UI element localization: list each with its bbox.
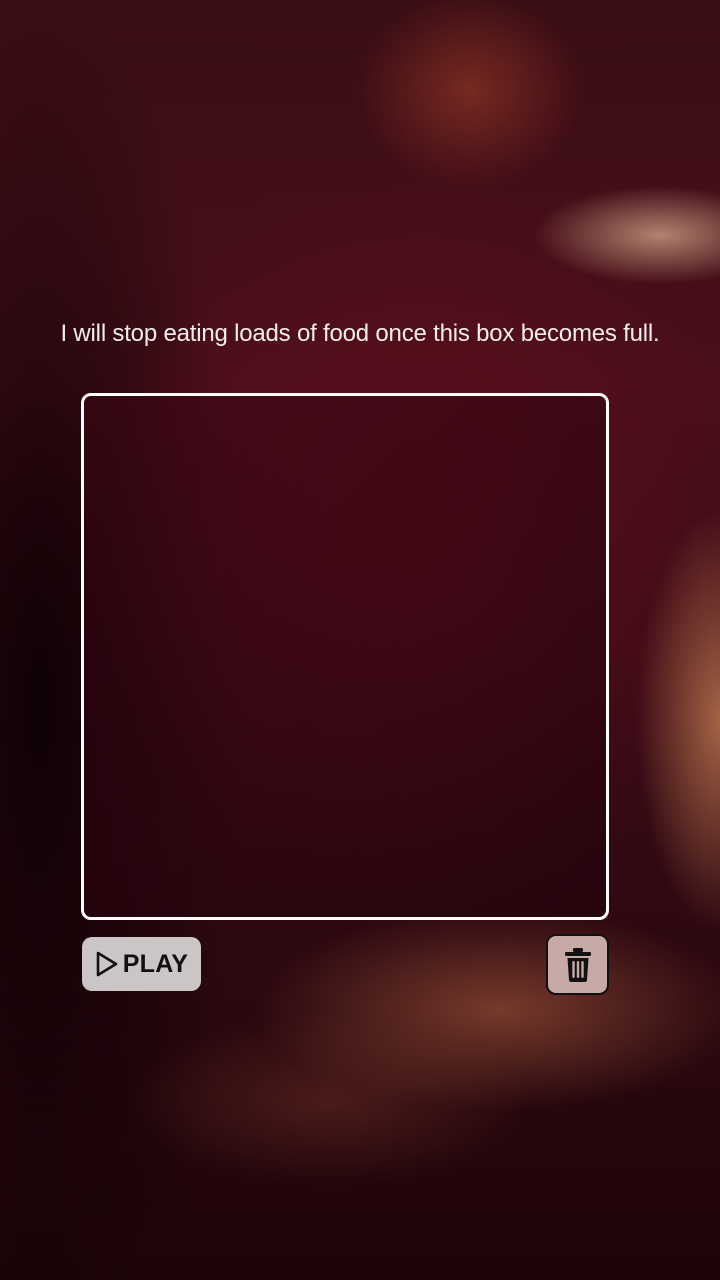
play-triangle-icon [96, 951, 118, 977]
delete-button[interactable] [546, 934, 609, 995]
caption-text: I will stop eating loads of food once th… [60, 320, 660, 347]
fill-box [81, 393, 609, 920]
play-button[interactable]: PLAY [82, 937, 201, 991]
trash-icon [564, 947, 591, 982]
play-label: PLAY [122, 949, 189, 978]
